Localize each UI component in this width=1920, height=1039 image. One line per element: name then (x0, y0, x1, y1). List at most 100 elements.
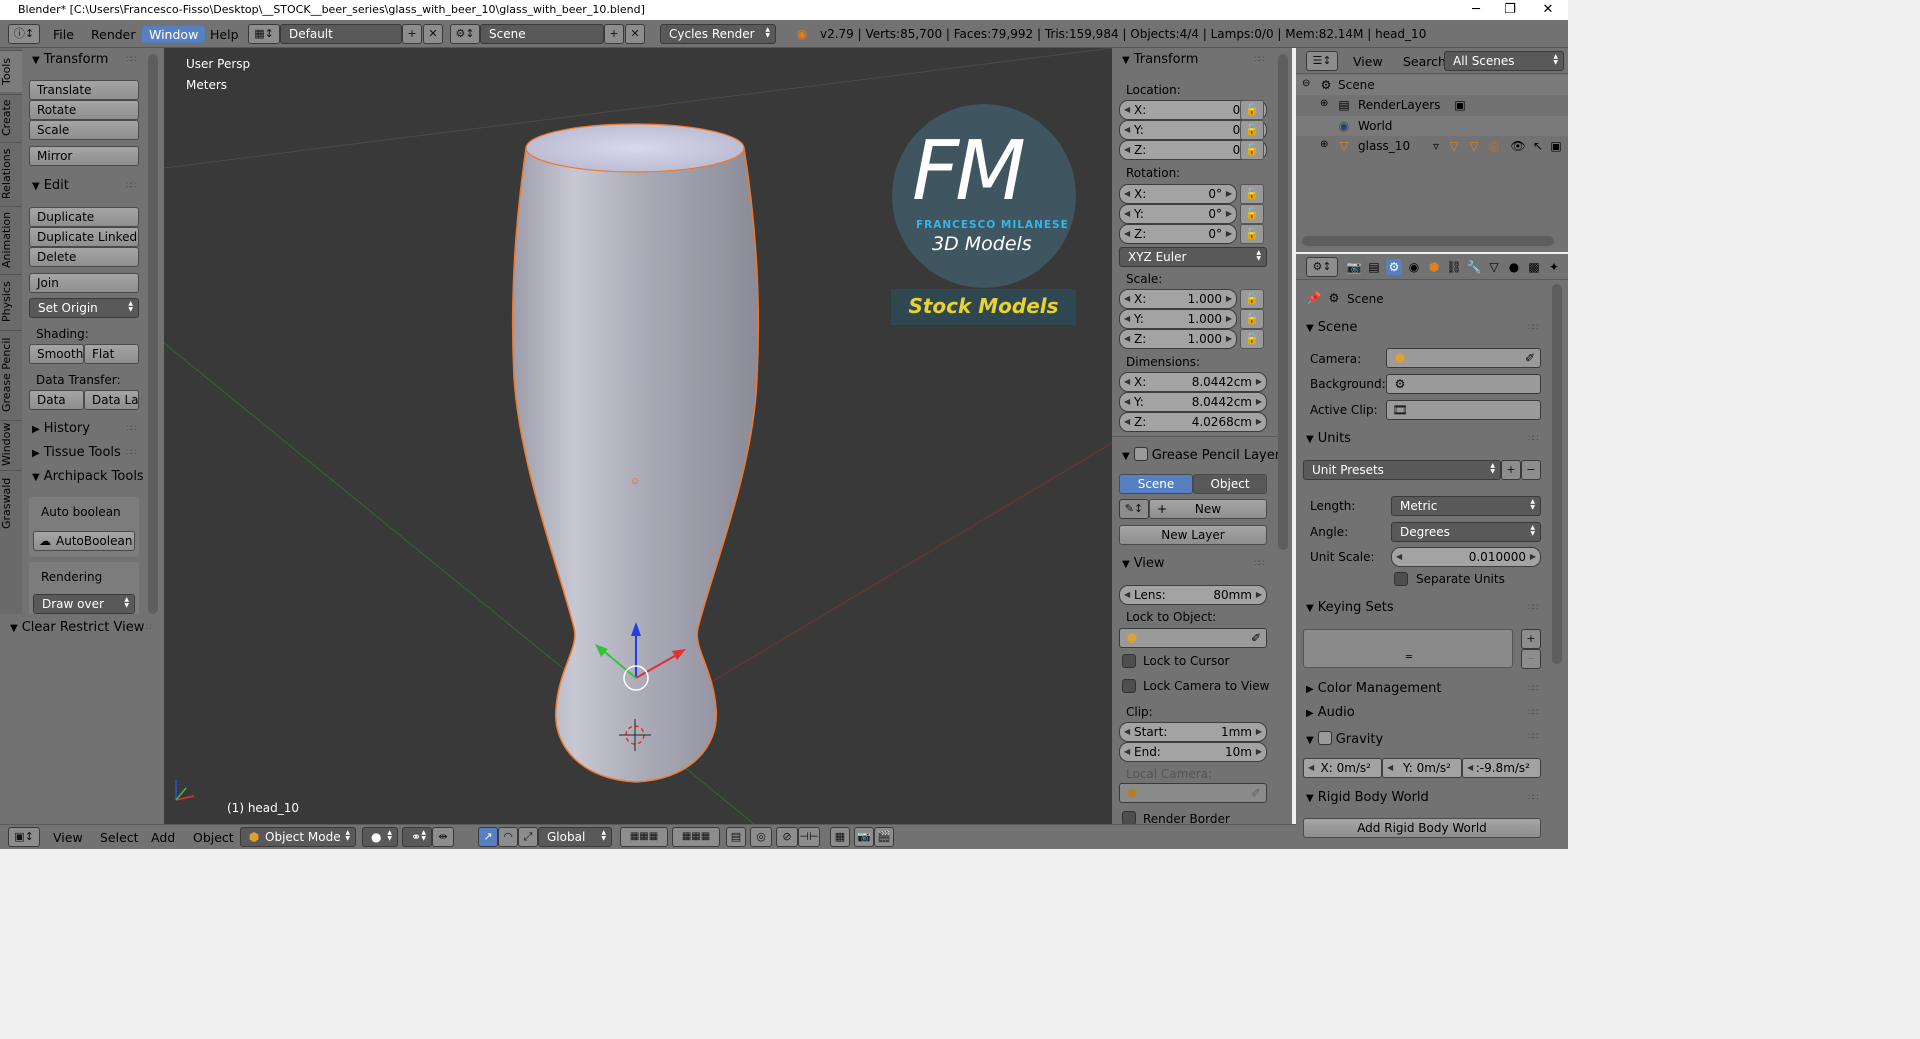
add-layout-icon[interactable]: + (402, 24, 422, 44)
properties-scrollbar[interactable] (1552, 284, 1562, 664)
constraints-tab-icon[interactable]: ⛓ (1446, 259, 1462, 275)
viewport-shading-select[interactable]: ● (362, 827, 398, 847)
panel-grip-icon[interactable]: ∷∷ (126, 181, 137, 191)
data-transfer-button[interactable]: Data (29, 390, 84, 410)
render-engine-select[interactable]: Cycles Render (660, 24, 776, 44)
lock-icon[interactable]: 🔓 (1240, 309, 1264, 329)
lock-layers-icon[interactable]: ▤ (726, 827, 746, 847)
proportional-editing-icon[interactable]: ◎ (750, 827, 772, 847)
eyedropper-icon[interactable]: ✐ (1248, 630, 1264, 646)
panel-grip-icon[interactable]: ∷∷ (126, 448, 137, 458)
panel-grip-icon[interactable]: ∷∷ (1528, 603, 1539, 613)
scene-icon[interactable]: ⚙↕ (450, 24, 480, 44)
add-rigid-body-world-button[interactable]: Add Rigid Body World (1303, 818, 1541, 838)
delete-layout-icon[interactable]: ✕ (423, 24, 443, 44)
panel-grip-icon[interactable]: ∷∷ (1528, 434, 1539, 444)
scale-button[interactable]: Scale (29, 120, 139, 140)
panel-grip-icon[interactable]: ∷∷ (1528, 732, 1539, 742)
add-preset-icon[interactable]: + (1501, 460, 1521, 480)
angle-select[interactable]: Degrees (1391, 522, 1541, 542)
expand-icon[interactable]: ⊕ (1320, 139, 1328, 150)
list-resize-handle[interactable]: ═ (1406, 652, 1412, 663)
panel-grip-icon[interactable]: ∷∷ (1528, 793, 1539, 803)
lock-object-field[interactable] (1119, 628, 1267, 648)
tab-physics[interactable]: Physics (0, 274, 22, 328)
close-button[interactable]: ✕ (1530, 0, 1566, 20)
3d-viewport[interactable]: User Persp Meters (1) head_10 FM FRANCES… (164, 48, 1112, 824)
view-panel-header[interactable]: ▼ View (1122, 556, 1165, 571)
tab-graswald[interactable]: Graswald (0, 470, 22, 536)
3d-view-editor-type-icon[interactable]: ▣↕ (8, 827, 40, 847)
gravity-y-field[interactable]: ◀ Y: 0m/s² (1382, 758, 1462, 778)
data-layout-button[interactable]: Data La (84, 390, 139, 410)
panel-grip-icon[interactable]: ∷∷ (1528, 684, 1539, 694)
separate-units-checkbox[interactable] (1394, 572, 1408, 586)
menu-help[interactable]: Help (203, 26, 246, 43)
history-panel-header[interactable]: ▶ History (32, 421, 90, 436)
duplicate-linked-button[interactable]: Duplicate Linked (29, 227, 139, 247)
color-management-header[interactable]: ▶ Color Management (1306, 681, 1441, 696)
scene-tab-icon[interactable]: ⚙ (1386, 259, 1402, 275)
dimension-z-field[interactable]: ◀ Z: 4.0268cm ▶ (1119, 412, 1267, 432)
snap-toggle-icon[interactable]: ⊘ (776, 827, 798, 847)
outliner-row[interactable]: ⊕ ▽ glass_10 ▿ ▽ ▽ ◎ 👁 ↖ ▣ (1296, 136, 1568, 156)
grease-pencil-layer-header[interactable]: ▼ Grease Pencil Layer (1122, 445, 1282, 463)
menu-window[interactable]: Window (142, 26, 206, 43)
tool-shelf-scrollbar[interactable] (148, 54, 158, 614)
pivot-point-select[interactable]: ⚭ (402, 827, 432, 847)
render-layers-tab-icon[interactable]: ▤ (1366, 259, 1382, 275)
select-menu[interactable]: Select (93, 829, 146, 846)
outliner-scrollbar[interactable] (1302, 236, 1554, 246)
panel-grip-icon[interactable]: ∷ (146, 623, 152, 633)
glass-mesh[interactable] (511, 147, 760, 783)
outliner-item-world[interactable]: World (1358, 119, 1392, 133)
lock-icon[interactable]: 🔓 (1240, 100, 1264, 120)
set-origin-select[interactable]: Set Origin (29, 298, 139, 318)
duplicate-button[interactable]: Duplicate (29, 207, 139, 227)
add-scene-icon[interactable]: + (604, 24, 624, 44)
tab-window[interactable]: Window (0, 420, 22, 468)
gravity-checkbox[interactable] (1317, 731, 1332, 745)
add-keying-set-icon[interactable]: + (1521, 629, 1541, 649)
collapse-icon[interactable]: ⊖ (1302, 78, 1310, 89)
rotation-mode-select[interactable]: XYZ Euler (1119, 247, 1267, 267)
gravity-z-field[interactable]: ◀:-9.8m/s² (1462, 758, 1541, 778)
layers-grid-2-icon[interactable]: ▦▦▦ (672, 827, 720, 847)
maximize-button[interactable]: ❐ (1492, 0, 1528, 20)
tab-relations[interactable]: Relations (0, 142, 22, 204)
panel-grip-icon[interactable]: ∷∷ (126, 55, 137, 65)
rotation-y-field[interactable]: ◀ Y: 0° ▶ (1119, 204, 1237, 224)
texture-tab-icon[interactable]: ▩ (1526, 259, 1542, 275)
manipulator-toggle-icon[interactable]: ⇹ (432, 827, 454, 847)
panel-grip-icon[interactable]: ∷∷ (1528, 708, 1539, 718)
n-panel-scrollbar[interactable] (1278, 54, 1288, 550)
outliner-item-glass[interactable]: glass_10 (1358, 139, 1410, 153)
layers-grid-1-icon[interactable]: ▦▦▦ (620, 827, 668, 847)
units-panel-header[interactable]: ▼ Units (1306, 431, 1351, 446)
clip-end-field[interactable]: ◀ End: 10m ▶ (1119, 742, 1267, 762)
remove-preset-icon[interactable]: − (1521, 460, 1541, 480)
keying-sets-panel-header[interactable]: ▼ Keying Sets (1306, 600, 1394, 615)
lock-icon[interactable]: 🔓 (1240, 289, 1264, 309)
particles-tab-icon[interactable]: ✦ (1546, 259, 1562, 275)
background-field[interactable] (1386, 374, 1541, 394)
unit-presets-select[interactable]: Unit Presets (1303, 460, 1501, 480)
rotate-manipulator-icon[interactable]: ◠ (498, 827, 518, 847)
scale-manipulator-icon[interactable]: ⤢ (518, 827, 538, 847)
beer-foam-mesh[interactable] (525, 123, 745, 173)
unit-scale-field[interactable]: ◀ 0.010000 ▶ (1391, 547, 1541, 567)
pin-icon[interactable]: 📌 (1306, 290, 1322, 306)
gp-new-layer-button[interactable]: New Layer (1119, 525, 1267, 545)
rotation-x-field[interactable]: ◀ X: 0° ▶ (1119, 184, 1237, 204)
snap-element-icon[interactable]: ⊣⊢ (798, 827, 820, 847)
n-transform-header[interactable]: ▼ Transform (1122, 52, 1198, 67)
active-clip-field[interactable] (1386, 400, 1541, 420)
lock-icon[interactable]: 🔓 (1240, 329, 1264, 349)
tab-create[interactable]: Create (0, 94, 22, 140)
modifiers-tab-icon[interactable]: 🔧 (1466, 259, 1482, 275)
camera-field[interactable] (1386, 348, 1541, 368)
dimension-x-field[interactable]: ◀ X: 8.0442cm ▶ (1119, 372, 1267, 392)
rotate-button[interactable]: Rotate (29, 100, 139, 120)
scale-x-field[interactable]: ◀ X: 1.000 ▶ (1119, 289, 1237, 309)
render-border-checkbox[interactable] (1122, 811, 1136, 824)
